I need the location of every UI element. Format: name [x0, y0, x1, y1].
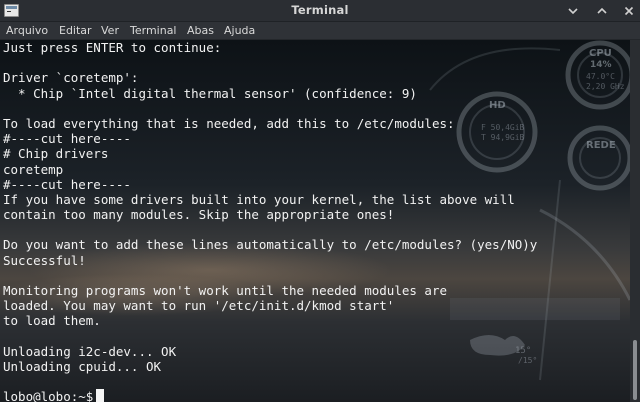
terminal-line: Just press ENTER to continue:: [3, 40, 222, 55]
close-icon[interactable]: [621, 3, 637, 19]
maximize-icon[interactable]: [594, 3, 610, 19]
terminal-line: * Chip `Intel digital thermal sensor' (c…: [3, 85, 417, 101]
window-title: Terminal: [291, 3, 349, 17]
menu-arquivo[interactable]: Arquivo: [6, 24, 48, 37]
terminal-line: coretemp: [3, 161, 64, 177]
menu-editar[interactable]: Editar: [59, 24, 92, 37]
terminal-scrollbar[interactable]: [630, 40, 640, 402]
menu-ajuda[interactable]: Ajuda: [224, 24, 255, 37]
menu-ver[interactable]: Ver: [101, 24, 119, 37]
terminal-line: #----cut here----: [3, 131, 131, 147]
terminal-line: Monitoring programs won't work until the…: [3, 283, 448, 298]
terminal-line: To load everything that is needed, add t…: [3, 115, 455, 131]
terminal-line: loaded. You may want to run '/etc/init.d…: [3, 298, 395, 314]
title-bar[interactable]: Terminal: [0, 0, 640, 22]
terminal-line: #----cut here----: [3, 176, 131, 192]
terminal-line: Driver `coretemp':: [3, 70, 139, 86]
shell-prompt: lobo@lobo:~$: [3, 389, 94, 402]
text-cursor[interactable]: [96, 389, 105, 402]
terminal-line: Successful!: [3, 252, 86, 268]
menu-terminal[interactable]: Terminal: [130, 24, 177, 37]
minimize-icon[interactable]: [565, 3, 581, 19]
scrollbar-thumb[interactable]: [633, 340, 637, 400]
terminal-line: Unloading i2c-dev... OK: [3, 343, 177, 359]
terminal-line: # Chip drivers: [3, 146, 109, 162]
terminal-line: Unloading cpuid... OK: [3, 358, 162, 374]
menu-bar: Arquivo Editar Ver Terminal Abas Ajuda: [0, 22, 640, 40]
terminal-line: to load them.: [3, 313, 101, 329]
terminal-output[interactable]: CPU 14% 47.0°C 2,20 GHz HD F 50,4GiB T 9…: [0, 40, 640, 402]
terminal-prompt-line: lobo@lobo:~$: [3, 389, 623, 402]
menu-abas[interactable]: Abas: [187, 24, 214, 37]
terminal-line: If you have some drivers built into your…: [3, 191, 515, 207]
terminal-line: Do you want to add these lines automatic…: [3, 237, 538, 253]
terminal-line: contain too many modules. Skip the appro…: [3, 207, 395, 223]
terminal-text: Just press ENTER to continue: Driver `cor…: [3, 40, 623, 402]
